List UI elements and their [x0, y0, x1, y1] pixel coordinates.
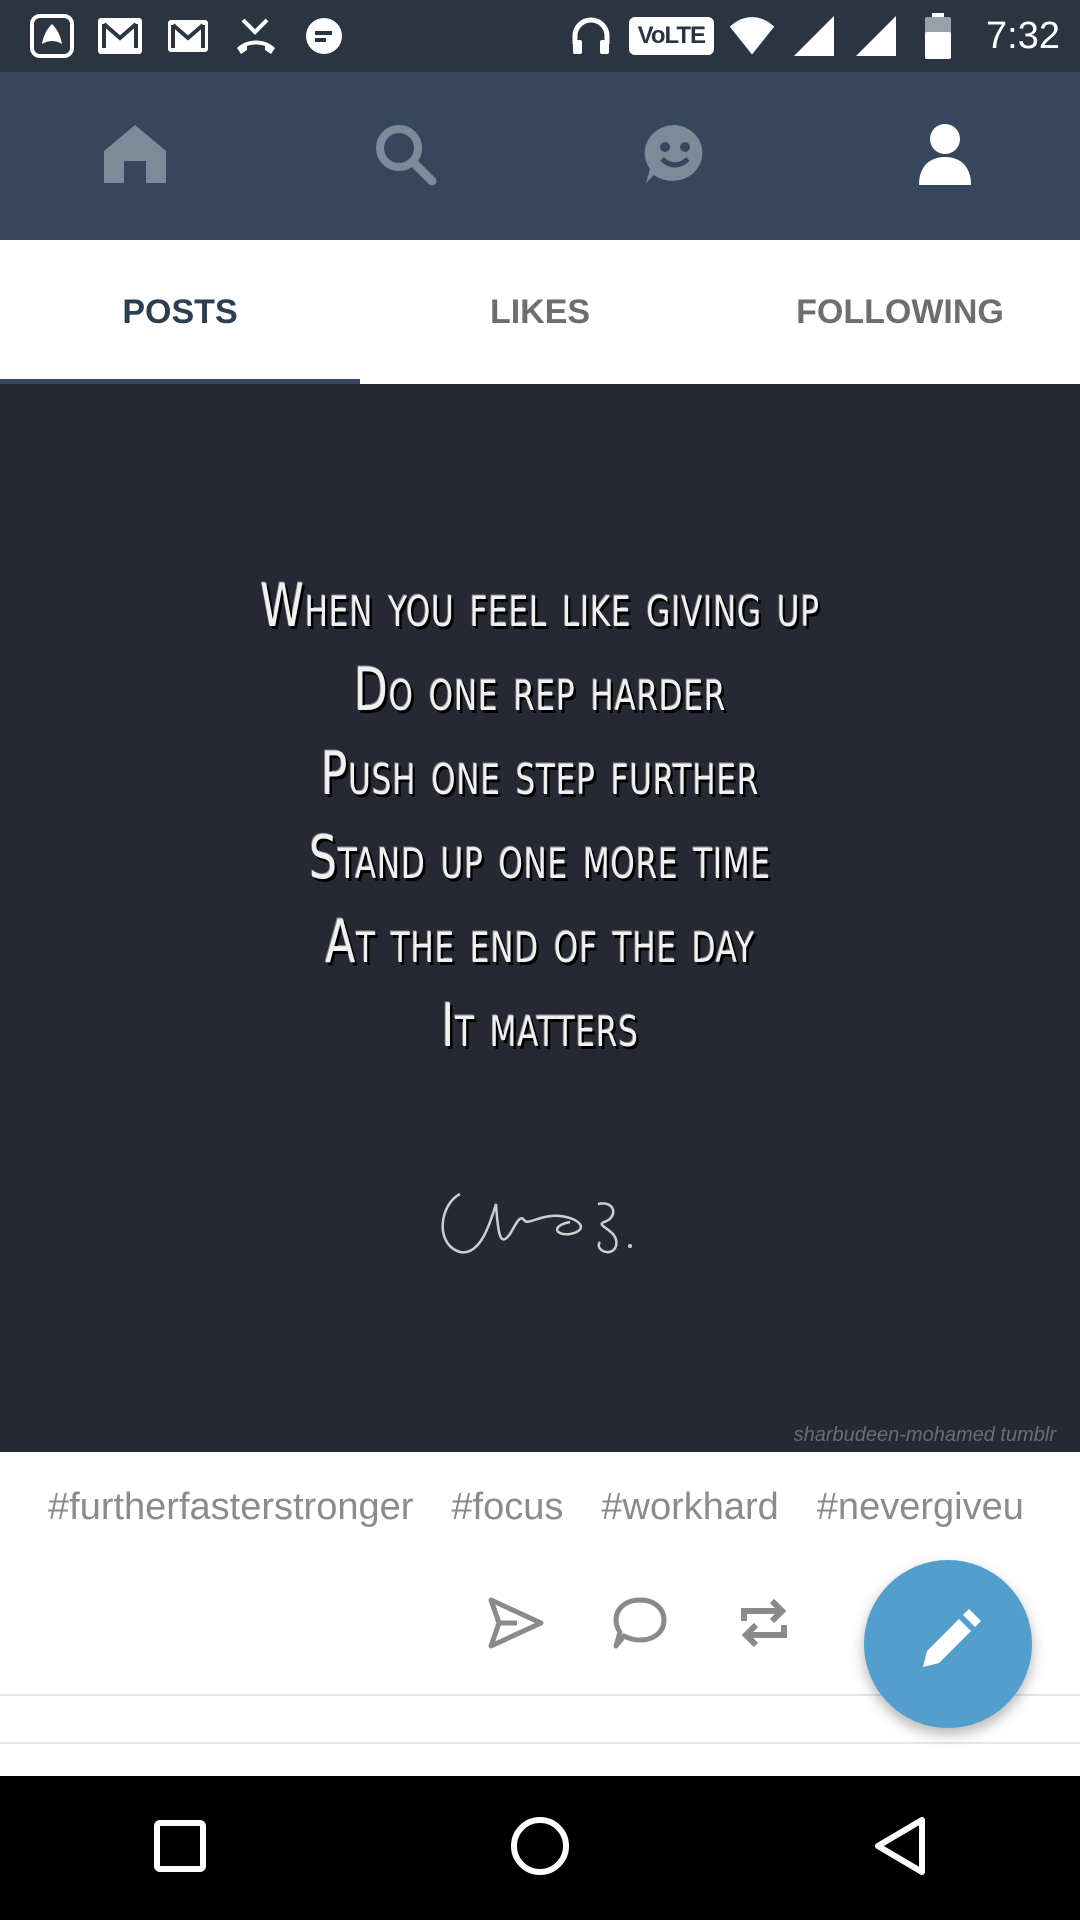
status-bar-notifications: [28, 12, 348, 60]
nav-home[interactable]: [0, 72, 270, 240]
quote-line: When you feel like giving up: [260, 571, 820, 641]
profile-tabs: POSTS LIKES FOLLOWING: [0, 240, 1080, 385]
post-tags: #furtherfasterstronger #focus #workhard …: [48, 1486, 1032, 1546]
volte-badge: VoLTE: [628, 17, 715, 55]
home-button[interactable]: [360, 1776, 720, 1920]
comment-icon: [612, 1596, 668, 1655]
wifi-icon: [728, 12, 776, 60]
app-nav-bar: [0, 72, 1080, 240]
messenger-icon: [300, 12, 348, 60]
post-actions: [480, 1588, 800, 1662]
tag-link[interactable]: #nevergiveu: [817, 1486, 1024, 1546]
tag-link[interactable]: #focus: [451, 1486, 563, 1546]
headphones-icon: [567, 12, 615, 60]
search-icon: [372, 121, 438, 192]
compose-button[interactable]: [864, 1560, 1032, 1728]
quote-line: At the end of the day: [325, 907, 755, 977]
pencil-icon: [913, 1607, 983, 1682]
saavn-icon: [28, 12, 76, 60]
missed-call-icon: [232, 12, 280, 60]
tab-likes[interactable]: LIKES: [360, 240, 720, 384]
quote-line: Stand up one more time: [309, 823, 771, 893]
square-icon: [153, 1819, 207, 1878]
home-icon: [100, 121, 170, 192]
signal-icon: [790, 12, 838, 60]
back-button[interactable]: [720, 1776, 1080, 1920]
status-bar-system: VoLTE 7:32: [567, 10, 1060, 62]
tab-posts[interactable]: POSTS: [0, 240, 360, 384]
watermark: sharbudeen-mohamed tumblr: [793, 1424, 1056, 1446]
signal-icon: [852, 12, 900, 60]
post-divider: [0, 1742, 1080, 1744]
recents-button[interactable]: [0, 1776, 360, 1920]
tab-following[interactable]: FOLLOWING: [720, 240, 1080, 384]
gmail-icon: [96, 12, 144, 60]
post-image[interactable]: When you feel like giving up Do one rep …: [0, 384, 1080, 1452]
share-button[interactable]: [480, 1589, 552, 1661]
quote-line: Do one rep harder: [353, 655, 727, 725]
reblog-button[interactable]: [728, 1589, 800, 1661]
gmail-icon: [164, 12, 212, 60]
signature-image: [441, 1192, 632, 1254]
battery-icon: [914, 12, 962, 60]
quote-text: When you feel like giving up Do one rep …: [0, 564, 1080, 1068]
share-icon: [487, 1596, 545, 1655]
smiley-icon: [640, 121, 710, 192]
tag-link[interactable]: #furtherfasterstronger: [48, 1486, 413, 1546]
clock: 7:32: [986, 14, 1060, 57]
tag-link[interactable]: #workhard: [601, 1486, 778, 1546]
circle-icon: [510, 1816, 570, 1881]
nav-account[interactable]: [810, 72, 1080, 240]
back-triangle-icon: [872, 1816, 928, 1881]
comment-button[interactable]: [604, 1589, 676, 1661]
account-icon: [917, 121, 973, 192]
quote-line: It matters: [441, 991, 639, 1061]
reblog-icon: [736, 1597, 792, 1654]
system-nav-bar: [0, 1776, 1080, 1920]
quote-line: Push one step further: [320, 739, 760, 809]
nav-search[interactable]: [270, 72, 540, 240]
nav-activity[interactable]: [540, 72, 810, 240]
